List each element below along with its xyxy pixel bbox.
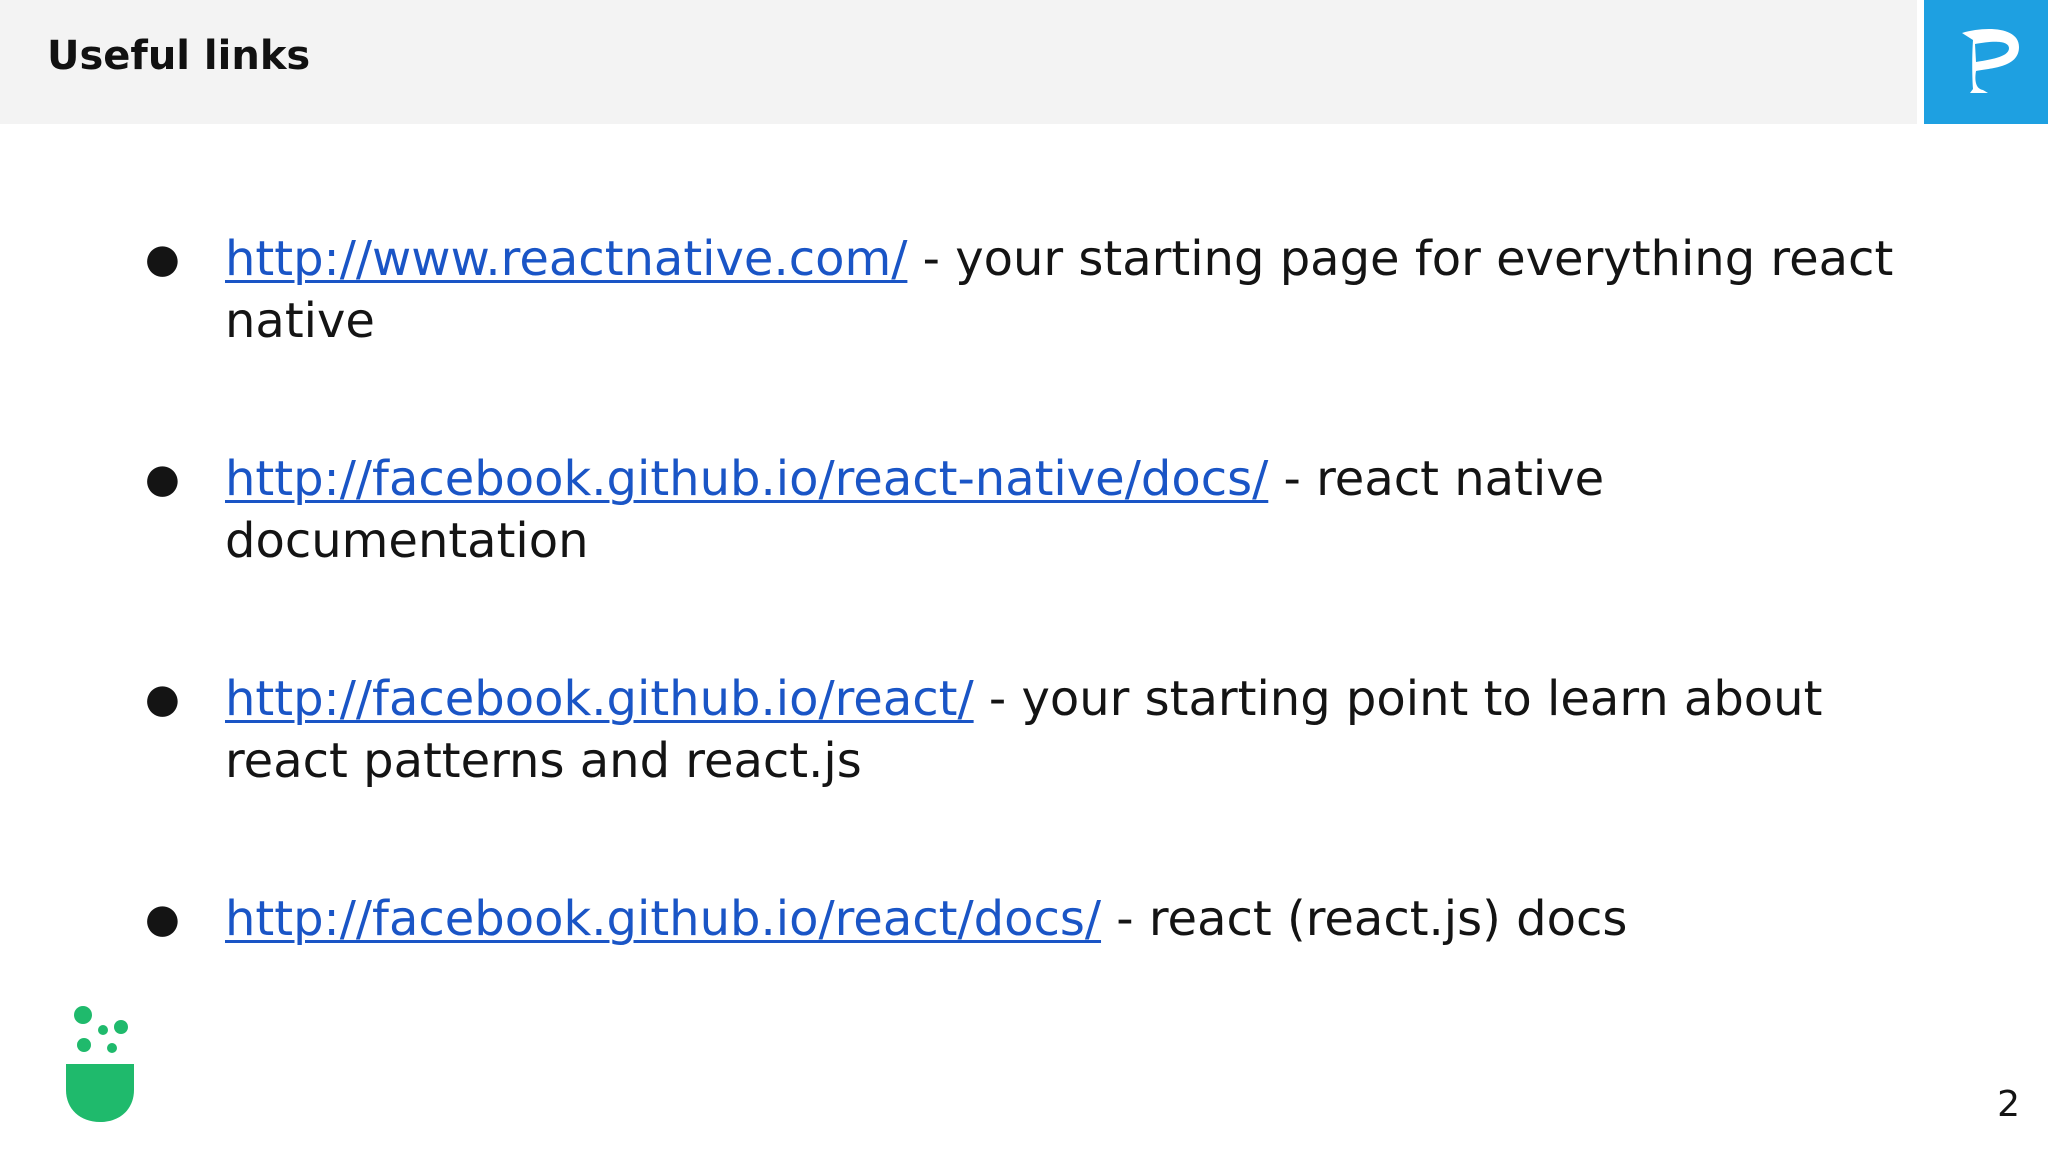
p-flag-logo-icon [1962, 29, 2019, 93]
link-line: http://facebook.github.io/react-native/d… [225, 451, 1604, 569]
bullet-icon: ● [145, 676, 180, 722]
links-list: ● http://www.reactnative.com/ - your sta… [140, 228, 1900, 1108]
link-line: http://facebook.github.io/react/ - your … [225, 671, 1822, 789]
link-description: - react (react.js) docs [1101, 891, 1628, 947]
link-react-docs[interactable]: http://facebook.github.io/react/docs/ [225, 891, 1101, 947]
link-react-home[interactable]: http://facebook.github.io/react/ [225, 671, 974, 727]
green-flask-icon [66, 1006, 134, 1122]
link-item: ● http://www.reactnative.com/ - your sta… [140, 228, 1900, 448]
link-line: http://www.reactnative.com/ - your start… [225, 231, 1893, 349]
link-item: ● http://facebook.github.io/react/docs/ … [140, 888, 1900, 1108]
link-line: http://facebook.github.io/react/docs/ - … [225, 891, 1627, 947]
bullet-icon: ● [145, 896, 180, 942]
bullet-icon: ● [145, 236, 180, 282]
corner-logo [1924, 0, 2048, 124]
bullet-icon: ● [145, 456, 180, 502]
slide-title: Useful links [47, 33, 311, 79]
slide-header: Useful links [0, 0, 1917, 124]
link-react-native-docs[interactable]: http://facebook.github.io/react-native/d… [225, 451, 1268, 507]
page-number: 2 [1997, 1084, 2020, 1125]
link-reactnative-home[interactable]: http://www.reactnative.com/ [225, 231, 907, 287]
link-item: ● http://facebook.github.io/react-native… [140, 448, 1900, 668]
link-item: ● http://facebook.github.io/react/ - you… [140, 668, 1900, 888]
